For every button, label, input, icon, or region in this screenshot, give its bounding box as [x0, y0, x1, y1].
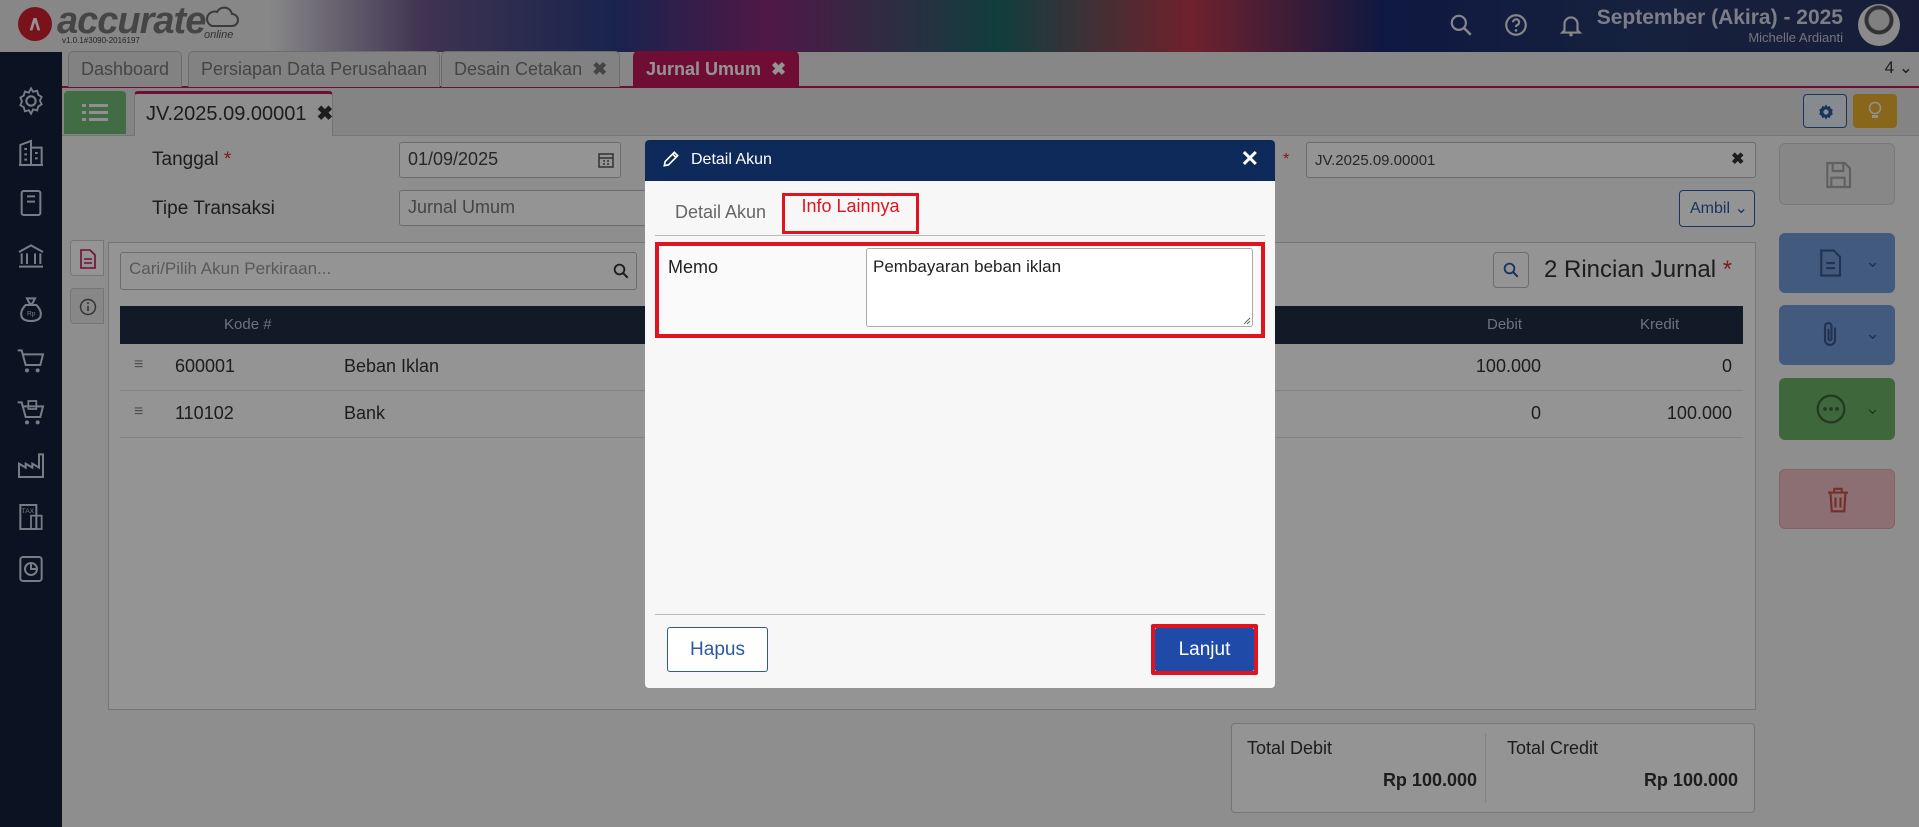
tab-divider: [655, 235, 1265, 236]
resize-handle-icon[interactable]: [1241, 315, 1251, 325]
detail-akun-modal: Detail Akun ✕ Detail Akun Info Lainnya M…: [645, 140, 1275, 688]
tab-detail-akun[interactable]: Detail Akun: [675, 202, 766, 223]
pencil-icon: [663, 151, 679, 167]
footer-divider: [655, 614, 1265, 615]
tab-info-lainnya[interactable]: Info Lainnya: [782, 193, 919, 234]
hapus-button[interactable]: Hapus: [667, 627, 768, 672]
memo-input[interactable]: Pembayaran beban iklan: [866, 248, 1253, 327]
lanjut-button[interactable]: Lanjut: [1155, 628, 1254, 671]
close-icon[interactable]: ✕: [1241, 146, 1259, 172]
memo-label: Memo: [668, 257, 719, 277]
modal-title: Detail Akun: [691, 151, 772, 168]
